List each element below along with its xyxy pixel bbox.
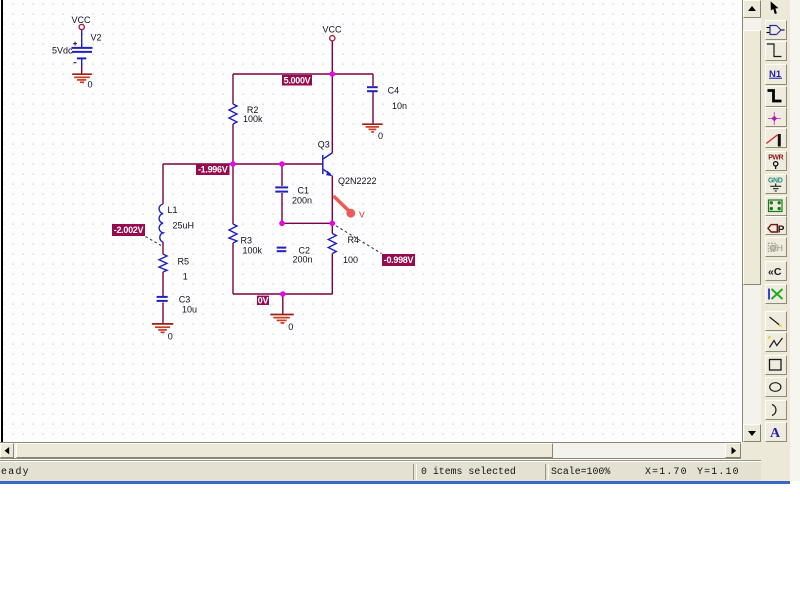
svg-text:V2: V2: [91, 33, 102, 43]
svg-text:100k: 100k: [243, 114, 263, 124]
svg-text:-0.998V: -0.998V: [384, 255, 414, 265]
svg-text:V: V: [359, 210, 365, 220]
svg-text:Q2N2222: Q2N2222: [338, 176, 377, 186]
svg-text:P: P: [778, 225, 785, 235]
svg-text:0: 0: [378, 131, 383, 141]
svg-text:H: H: [777, 243, 783, 253]
svg-text:0V: 0V: [258, 296, 269, 306]
svg-text:R5: R5: [178, 257, 190, 267]
svg-text:C1: C1: [298, 186, 310, 196]
svg-text:C3: C3: [179, 295, 191, 305]
svg-text:-2.002V: -2.002V: [114, 225, 144, 235]
svg-text:C4: C4: [388, 85, 400, 95]
svg-text:-1.996V: -1.996V: [198, 165, 228, 175]
svg-text:1: 1: [183, 272, 188, 282]
svg-text:R4: R4: [348, 235, 360, 245]
svg-text:200n: 200n: [292, 196, 312, 206]
svg-text:10u: 10u: [182, 305, 197, 315]
svg-text:100: 100: [343, 255, 358, 265]
svg-text:100k: 100k: [243, 246, 263, 256]
svg-text:GND: GND: [768, 178, 783, 185]
svg-text:PWR: PWR: [768, 155, 783, 162]
svg-text:0: 0: [288, 322, 293, 332]
svg-text:25uH: 25uH: [173, 221, 195, 231]
svg-text:A: A: [770, 426, 781, 441]
svg-text:0: 0: [88, 80, 93, 90]
svg-text:VCC: VCC: [72, 15, 92, 25]
svg-text:Q3: Q3: [318, 140, 330, 150]
svg-text:10n: 10n: [392, 101, 407, 111]
svg-text:5.000V: 5.000V: [284, 75, 311, 85]
svg-text:200n: 200n: [293, 255, 313, 265]
svg-text:«C: «C: [768, 266, 782, 278]
svg-text:R3: R3: [241, 236, 253, 246]
svg-text:VCC: VCC: [323, 25, 343, 35]
svg-text:L1: L1: [168, 205, 178, 215]
svg-text:0: 0: [168, 332, 173, 342]
svg-text:5Vdc: 5Vdc: [52, 46, 73, 56]
